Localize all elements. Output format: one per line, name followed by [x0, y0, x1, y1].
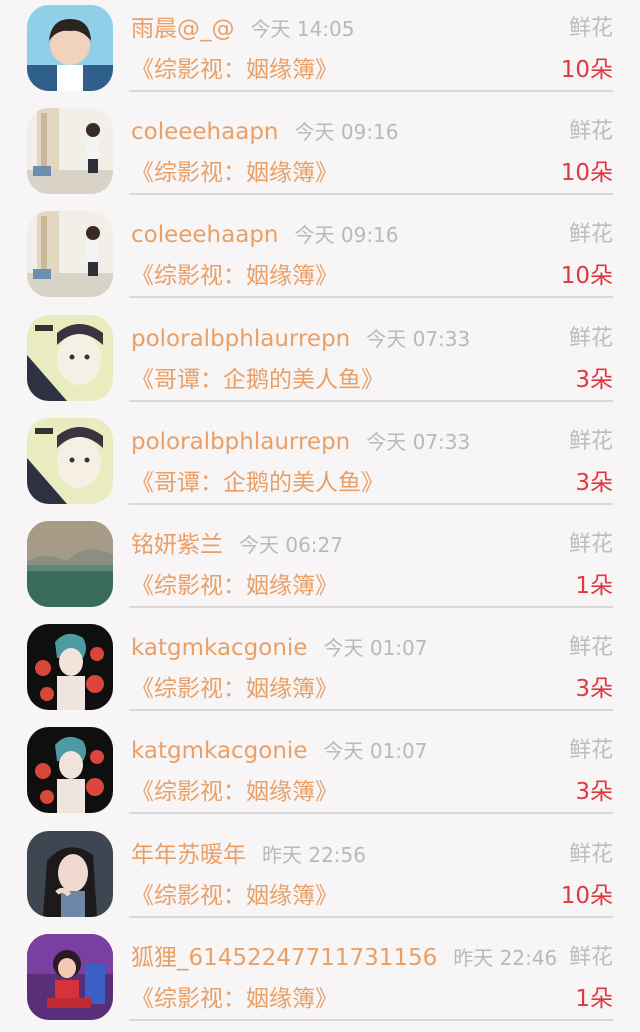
- book-title[interactable]: 《综影视：姻缘簿》: [131, 881, 338, 911]
- gift-type-label: 鲜花: [568, 841, 613, 867]
- girl-avatar[interactable]: [27, 417, 113, 504]
- gift-count: 3朵: [575, 469, 613, 496]
- divider: [129, 296, 613, 299]
- book-title[interactable]: 《哥谭：企鹅的美人鱼》: [131, 365, 384, 395]
- book-title[interactable]: 《综影视：姻缘簿》: [131, 984, 338, 1014]
- gift-count: 3朵: [575, 366, 613, 393]
- book-title[interactable]: 《综影视：姻缘簿》: [131, 158, 338, 188]
- gift-type-label: 鲜花: [568, 222, 613, 248]
- book-title[interactable]: 《综影视：姻缘簿》: [131, 571, 338, 601]
- gift-type-label: 鲜花: [568, 16, 613, 41]
- gift-count: 10朵: [560, 160, 613, 187]
- rose-avatar[interactable]: [27, 624, 113, 711]
- divider: [129, 709, 613, 712]
- gift-type-label: 鲜花: [568, 944, 613, 970]
- cartoon-avatar[interactable]: [27, 933, 113, 1020]
- gift-time: 昨天 22:46: [453, 945, 558, 970]
- gift-type-label: 鲜花: [568, 635, 613, 661]
- book-title[interactable]: 《综影视：姻缘簿》: [131, 261, 338, 291]
- gift-time: 今天 06:27: [239, 533, 343, 557]
- woman-avatar[interactable]: [27, 830, 113, 917]
- gift-record-row[interactable]: katgmkacgonie 今天 01:07 鲜花 《综影视：姻缘簿》 3朵: [0, 722, 640, 825]
- sender-name[interactable]: 雨晨@_@: [131, 16, 235, 42]
- divider: [129, 1018, 613, 1021]
- gift-count: 3朵: [575, 676, 613, 703]
- sender-name[interactable]: katgmkacgonie: [131, 635, 307, 661]
- gift-record-row[interactable]: coleeehaapn 今天 09:16 鲜花 《综影视：姻缘簿》 10朵: [0, 206, 640, 309]
- gift-record-row[interactable]: 年年苏暖年 昨天 22:56 鲜花 《综影视：姻缘簿》 10朵: [0, 826, 640, 929]
- divider: [129, 399, 613, 402]
- gift-record-list: 雨晨@_@ 今天 14:05 鲜花 《综影视：姻缘簿》 10朵 coleeehaa…: [0, 0, 640, 1021]
- landscape-avatar[interactable]: [27, 521, 113, 607]
- gift-record-row[interactable]: 铭妍紫兰 今天 06:27 鲜花 《综影视：姻缘簿》 1朵: [0, 516, 640, 619]
- divider: [129, 193, 613, 196]
- sender-name[interactable]: katgmkacgonie: [131, 738, 307, 764]
- divider: [129, 90, 613, 92]
- gift-type-label: 鲜花: [568, 428, 613, 454]
- sender-name[interactable]: poloralbphlaurrepn: [131, 429, 350, 455]
- gift-type-label: 鲜花: [568, 119, 613, 145]
- gift-record-row[interactable]: 雨晨@_@ 今天 14:05 鲜花 《综影视：姻缘簿》 10朵: [0, 0, 640, 103]
- book-title[interactable]: 《哥谭：企鹅的美人鱼》: [131, 468, 384, 498]
- divider: [129, 606, 613, 608]
- sender-name[interactable]: 年年苏暖年: [131, 842, 246, 868]
- gift-count: 10朵: [560, 263, 613, 290]
- gift-record-row[interactable]: katgmkacgonie 今天 01:07 鲜花 《综影视：姻缘簿》 3朵: [0, 619, 640, 722]
- gift-time: 今天 07:33: [366, 429, 471, 454]
- gift-type-label: 鲜花: [568, 532, 613, 557]
- divider: [129, 812, 613, 815]
- rose-avatar[interactable]: [27, 727, 113, 814]
- book-title[interactable]: 《综影视：姻缘簿》: [131, 55, 338, 85]
- gift-record-row[interactable]: poloralbphlaurrepn 今天 07:33 鲜花 《哥谭：企鹅的美人鱼…: [0, 413, 640, 516]
- sender-name[interactable]: 铭妍紫兰: [131, 532, 223, 558]
- gift-count: 10朵: [560, 57, 613, 83]
- room-avatar[interactable]: [27, 108, 113, 195]
- gift-time: 今天 07:33: [366, 326, 471, 351]
- sender-name[interactable]: poloralbphlaurrepn: [131, 326, 350, 352]
- divider: [129, 915, 613, 918]
- gift-count: 1朵: [575, 985, 613, 1012]
- gift-time: 今天 09:16: [294, 120, 399, 145]
- gift-time: 今天 14:05: [250, 17, 355, 41]
- gift-time: 昨天 22:56: [262, 842, 366, 867]
- gift-type-label: 鲜花: [568, 738, 613, 764]
- book-title[interactable]: 《综影视：姻缘簿》: [131, 674, 338, 704]
- gift-record-row[interactable]: coleeehaapn 今天 09:16 鲜花 《综影视：姻缘簿》 10朵: [0, 103, 640, 206]
- sender-name[interactable]: coleeehaapn: [131, 222, 279, 248]
- gift-count: 10朵: [560, 882, 613, 909]
- gift-record-row[interactable]: poloralbphlaurrepn 今天 07:33 鲜花 《哥谭：企鹅的美人鱼…: [0, 310, 640, 413]
- gift-count: 3朵: [575, 779, 613, 806]
- gift-time: 今天 01:07: [323, 636, 428, 661]
- book-title[interactable]: 《综影视：姻缘簿》: [131, 777, 338, 807]
- gift-count: 1朵: [575, 573, 613, 599]
- gift-record-row[interactable]: 狐狸_61452247711731156 昨天 22:46 鲜花 《综影视：姻缘簿…: [0, 929, 640, 1032]
- boy-avatar[interactable]: [27, 5, 113, 91]
- gift-time: 今天 01:07: [323, 739, 428, 764]
- sender-name[interactable]: 狐狸_61452247711731156: [131, 945, 437, 971]
- gift-type-label: 鲜花: [568, 325, 613, 351]
- divider: [129, 502, 613, 505]
- room-avatar[interactable]: [27, 211, 113, 298]
- girl-avatar[interactable]: [27, 314, 113, 401]
- sender-name[interactable]: coleeehaapn: [131, 119, 279, 145]
- gift-time: 今天 09:16: [294, 223, 399, 248]
